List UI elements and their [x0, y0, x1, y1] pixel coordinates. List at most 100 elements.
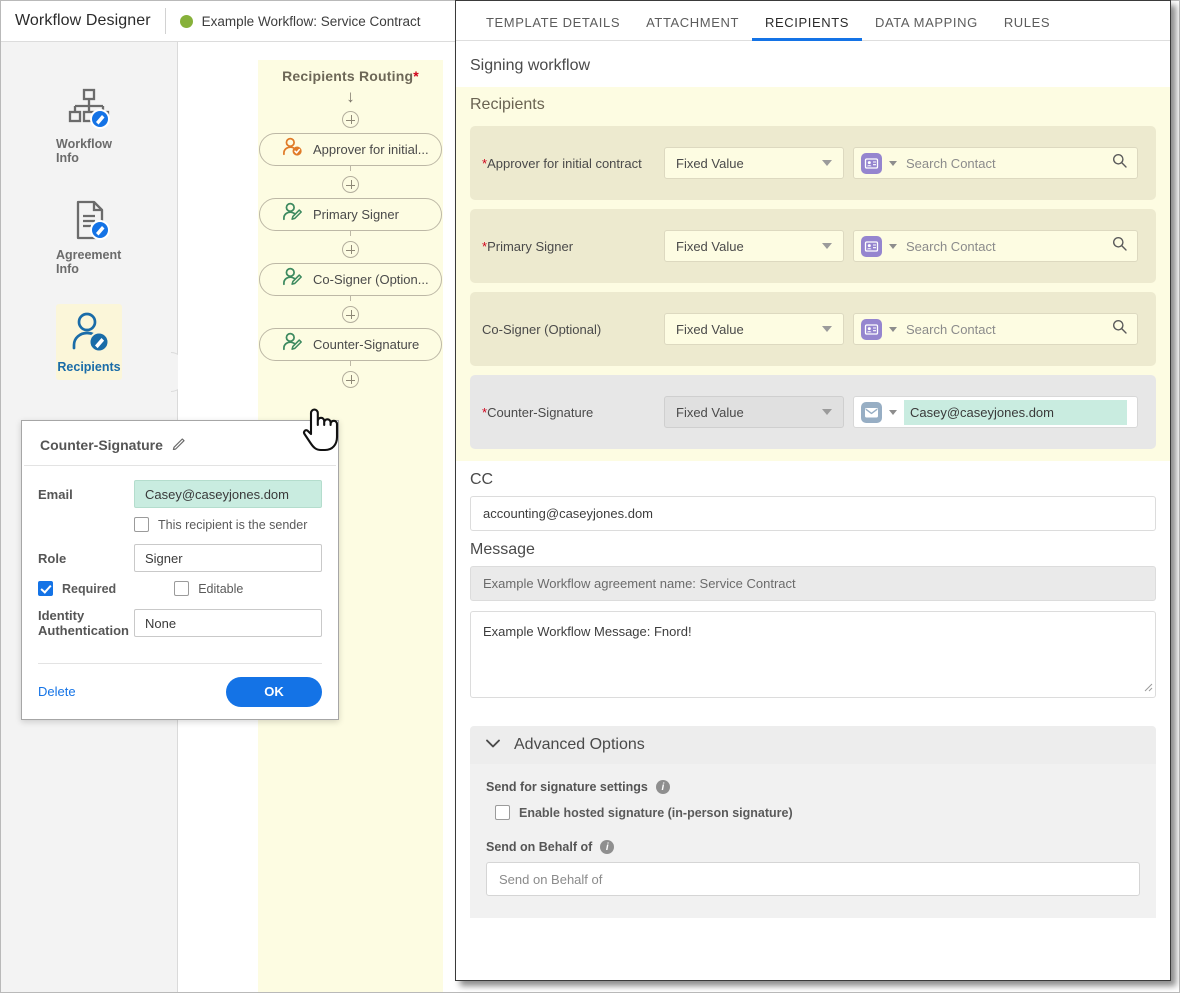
sidebar-item-workflow-info[interactable]: Workflow Info: [1, 72, 177, 165]
contact-card-icon[interactable]: [861, 318, 882, 340]
delete-link[interactable]: Delete: [38, 684, 76, 699]
sender-checkbox-row: This recipient is the sender: [134, 517, 322, 532]
tab-attachment[interactable]: ATTACHMENT: [633, 15, 752, 40]
routing-title-text: Recipients Routing: [282, 68, 414, 84]
tab-recipients[interactable]: RECIPIENTS: [752, 15, 863, 41]
email-envelope-icon[interactable]: [861, 401, 882, 423]
sidebar-item-label: Agreement Info: [56, 248, 122, 276]
contact-picker[interactable]: Search Contact: [853, 313, 1138, 345]
value-type-select[interactable]: Fixed Value: [664, 396, 844, 428]
signer-person-pen-icon: [282, 202, 304, 227]
advanced-options-body: Send for signature settings i Enable hos…: [470, 764, 1156, 918]
chevron-down-icon[interactable]: [889, 326, 897, 332]
approver-person-check-icon: [282, 137, 304, 162]
resize-grip-icon[interactable]: [1142, 680, 1153, 695]
routing-node-approver[interactable]: Approver for initial...: [259, 133, 442, 166]
editable-checkbox[interactable]: [174, 581, 190, 596]
app-title: Workflow Designer: [15, 12, 151, 29]
dialog-header: Counter-Signature: [24, 421, 336, 466]
panel-body: Signing workflow Recipients *Approver fo…: [456, 41, 1170, 980]
ok-button[interactable]: OK: [226, 676, 322, 707]
value-type-text: Fixed Value: [676, 238, 744, 254]
node-connector: [350, 361, 351, 366]
chevron-down-icon: [822, 160, 832, 166]
node-connector: [350, 296, 351, 301]
cc-section: CC accounting@caseyjones.dom: [456, 471, 1170, 531]
sender-checkbox-label: This recipient is the sender: [158, 517, 308, 532]
chevron-down-icon[interactable]: [889, 409, 897, 415]
role-row: Role Signer: [38, 544, 322, 572]
pointer-hand-cursor-icon: [298, 404, 340, 454]
edit-pencil-icon[interactable]: [172, 435, 187, 455]
add-node-button[interactable]: [342, 371, 359, 388]
contact-picker[interactable]: Casey@caseyjones.dom: [853, 396, 1138, 428]
email-field[interactable]: Casey@caseyjones.dom: [134, 480, 322, 508]
contact-email-value[interactable]: Casey@caseyjones.dom: [904, 399, 1127, 425]
chevron-down-icon[interactable]: [889, 243, 897, 249]
routing-node-primary-signer[interactable]: Primary Signer: [259, 198, 442, 231]
value-type-text: Fixed Value: [676, 404, 744, 420]
agreement-name-input[interactable]: Example Workflow agreement name: Service…: [470, 566, 1156, 601]
info-icon[interactable]: i: [600, 840, 615, 854]
contact-search-input[interactable]: Search Contact: [906, 239, 1112, 254]
contact-card-icon[interactable]: [861, 235, 882, 257]
add-node-button[interactable]: [342, 241, 359, 258]
sender-checkbox[interactable]: [134, 517, 149, 532]
recipient-label: *Counter-Signature: [482, 405, 664, 420]
hosted-signature-checkbox[interactable]: [495, 805, 510, 820]
routing-node-co-signer[interactable]: Co-Signer (Option...: [259, 263, 442, 296]
tab-rules[interactable]: RULES: [991, 15, 1063, 40]
email-label: Email: [38, 486, 73, 502]
chevron-down-icon: [822, 326, 832, 332]
info-icon[interactable]: i: [655, 780, 670, 794]
routing-node-label: Primary Signer: [313, 207, 399, 222]
value-type-select[interactable]: Fixed Value: [664, 147, 844, 179]
send-for-signature-label: Send for signature settings i: [486, 780, 1140, 794]
hosted-signature-row: Enable hosted signature (in-person signa…: [495, 805, 1140, 820]
cc-input[interactable]: accounting@caseyjones.dom: [470, 496, 1156, 531]
value-type-select[interactable]: Fixed Value: [664, 313, 844, 345]
search-icon[interactable]: [1112, 236, 1127, 256]
add-node-button[interactable]: [342, 306, 359, 323]
add-node-button[interactable]: [342, 111, 359, 128]
sidebar-item-agreement-info[interactable]: Agreement Info: [1, 183, 177, 276]
value-type-text: Fixed Value: [676, 321, 744, 337]
contact-search-input[interactable]: Search Contact: [906, 322, 1112, 337]
routing-node-label: Counter-Signature: [313, 337, 420, 352]
tab-template-details[interactable]: TEMPLATE DETAILS: [473, 15, 633, 40]
recipient-label: Co-Signer (Optional): [482, 321, 602, 337]
search-icon[interactable]: [1112, 319, 1127, 339]
contact-picker[interactable]: Search Contact: [853, 147, 1138, 179]
node-connector: [350, 166, 351, 171]
chevron-down-icon[interactable]: [889, 160, 897, 166]
contact-card-icon[interactable]: [861, 152, 882, 174]
recipient-label-text: Primary Signer: [487, 238, 574, 254]
identity-auth-field[interactable]: None: [134, 609, 322, 637]
chevron-down-icon: [822, 409, 832, 415]
recipients-icon: [66, 310, 112, 354]
message-label: Message: [470, 541, 535, 558]
search-icon[interactable]: [1112, 153, 1127, 173]
advanced-options-header[interactable]: Advanced Options: [470, 726, 1156, 764]
contact-search-input[interactable]: Search Contact: [906, 156, 1112, 171]
send-for-signature-text: Send for signature settings: [486, 780, 648, 794]
value-type-select[interactable]: Fixed Value: [664, 230, 844, 262]
cc-label: CC: [470, 471, 494, 488]
required-checkbox[interactable]: [38, 581, 53, 596]
contact-picker[interactable]: Search Contact: [853, 230, 1138, 262]
routing-node-counter-signature[interactable]: Counter-Signature: [259, 328, 442, 361]
recipient-label: *Primary Signer: [482, 239, 664, 254]
top-bar: Workflow Designer Example Workflow: Serv…: [1, 1, 455, 42]
tab-data-mapping[interactable]: DATA MAPPING: [862, 15, 991, 40]
send-on-behalf-label: Send on Behalf of i: [486, 840, 1140, 854]
sidebar-item-recipients[interactable]: Recipients: [1, 288, 177, 380]
add-node-button[interactable]: [342, 176, 359, 193]
table-row: *Primary Signer Fixed Value Search Conta…: [470, 209, 1156, 283]
signer-person-pen-icon: [282, 267, 304, 292]
send-on-behalf-input[interactable]: Send on Behalf of: [486, 862, 1140, 896]
identity-auth-row: Identity Authentication None: [38, 608, 322, 638]
signing-workflow-title: Signing workflow: [470, 57, 591, 74]
dialog-body: Email Casey@caseyjones.dom This recipien…: [22, 466, 338, 638]
message-textarea[interactable]: Example Workflow Message: Fnord!: [470, 611, 1156, 698]
role-field[interactable]: Signer: [134, 544, 322, 572]
